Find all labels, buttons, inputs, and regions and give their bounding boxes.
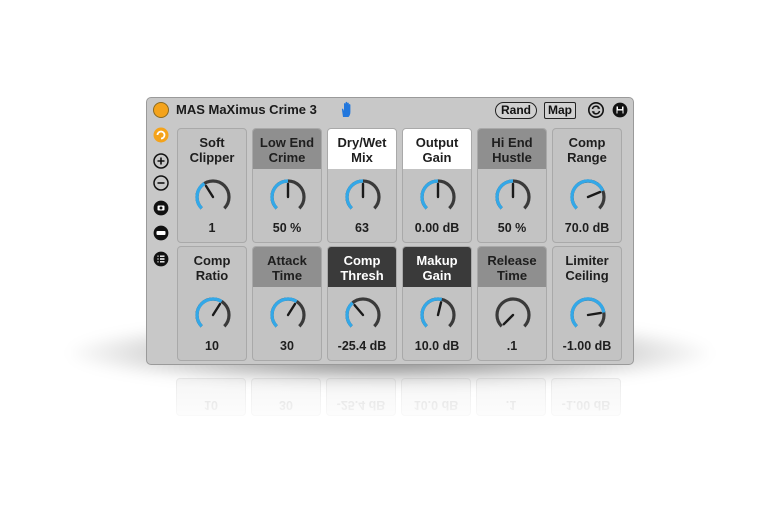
- knob-pointer: [436, 301, 443, 317]
- knob-value-arc: [570, 179, 605, 210]
- macro-3: Dry/Wet Mix 63: [327, 128, 397, 243]
- knob-value-arc: [270, 179, 289, 210]
- macro-value: 10.0 dB: [414, 339, 460, 353]
- macro-12: Limiter Ceiling -1.00 dB: [552, 246, 622, 361]
- macro-label: Release Time: [478, 247, 546, 287]
- macro-label: Limiter Ceiling: [565, 252, 609, 283]
- knob-value-arc: [495, 179, 514, 210]
- macro-4: Output Gain 0.00 dB: [402, 128, 472, 243]
- macro-value: -1.00 dB: [562, 339, 612, 353]
- macro-9: Comp Thresh -25.4 dB: [327, 246, 397, 361]
- macro-knob[interactable]: [193, 295, 233, 335]
- macro-11: Release Time .1: [477, 246, 547, 361]
- map-mode-icon[interactable]: [153, 225, 169, 241]
- macro-value: 50 %: [272, 221, 302, 235]
- macro-value: 10: [205, 339, 219, 353]
- macro-knob[interactable]: [568, 295, 608, 335]
- knob-value-arc: [345, 179, 364, 210]
- knob-track: [495, 297, 531, 328]
- macro-knob[interactable]: [493, 295, 533, 335]
- macro-value: .1: [506, 339, 518, 353]
- macro-knob[interactable]: [418, 295, 458, 335]
- device-panel: MAS MaXimus Crime 3 Rand Map Soft Clippe…: [146, 97, 634, 365]
- macro-1: Soft Clipper 1: [177, 128, 247, 243]
- macro-2: Low End Crime 50 %: [252, 128, 322, 243]
- macro-knob[interactable]: [343, 295, 383, 335]
- hand-icon[interactable]: [339, 101, 355, 118]
- macro-variations-icon[interactable]: [153, 127, 169, 143]
- macro-knob[interactable]: [268, 295, 308, 335]
- map-button[interactable]: Map: [544, 102, 576, 119]
- macro-8: Attack Time 30: [252, 246, 322, 361]
- knob-value-arc: [345, 301, 354, 328]
- macro-label: Output Gain: [403, 129, 471, 169]
- macro-label: Hi End Hustle: [478, 129, 546, 169]
- macro-label: Comp Thresh: [328, 247, 396, 287]
- macro-label: Makup Gain: [403, 247, 471, 287]
- randomize-icon[interactable]: [153, 200, 169, 216]
- knob-pointer: [211, 302, 222, 317]
- save-preset-icon[interactable]: [612, 102, 628, 118]
- macro-knob[interactable]: [268, 177, 308, 217]
- knob-value-arc: [420, 179, 439, 210]
- macro-label: Low End Crime: [253, 129, 321, 169]
- macro-6: Comp Range 70.0 dB: [552, 128, 622, 243]
- macro-knob[interactable]: [418, 177, 458, 217]
- reflection-fade: [140, 372, 640, 432]
- macro-value: 1: [208, 221, 216, 235]
- macro-label: Attack Time: [253, 247, 321, 287]
- add-macro-icon[interactable]: [153, 153, 169, 169]
- macro-label: Soft Clipper: [189, 134, 235, 165]
- macro-knob[interactable]: [343, 177, 383, 217]
- knob-pointer: [353, 303, 365, 317]
- knob-value-arc: [270, 297, 298, 328]
- device-title: MAS MaXimus Crime 3: [176, 102, 317, 117]
- macro-value: 50 %: [497, 221, 527, 235]
- macro-knob[interactable]: [193, 177, 233, 217]
- macro-7: Comp Ratio 10: [177, 246, 247, 361]
- knob-pointer: [204, 184, 215, 199]
- device-power-button[interactable]: [153, 102, 169, 118]
- macro-knob[interactable]: [493, 177, 533, 217]
- macro-value: 0.00 dB: [414, 221, 460, 235]
- device-titlebar: MAS MaXimus Crime 3 Rand Map: [147, 98, 633, 123]
- macro-label: Comp Ratio: [193, 252, 231, 283]
- macro-value: -25.4 dB: [337, 339, 387, 353]
- knob-pointer: [586, 311, 603, 317]
- macro-label: Dry/Wet Mix: [328, 129, 396, 169]
- macro-label: Comp Range: [567, 134, 607, 165]
- knob-value-arc: [195, 297, 223, 328]
- knob-pointer: [586, 190, 602, 199]
- knob-pointer: [286, 302, 297, 317]
- device-sidebar: [151, 127, 171, 277]
- rand-button[interactable]: Rand: [495, 102, 537, 119]
- macro-value: 70.0 dB: [564, 221, 610, 235]
- macro-10: Makup Gain 10.0 dB: [402, 246, 472, 361]
- macro-value: 30: [280, 339, 294, 353]
- chain-list-icon[interactable]: [153, 251, 169, 267]
- macro-knob[interactable]: [568, 177, 608, 217]
- knob-pointer: [502, 313, 515, 326]
- macro-5: Hi End Hustle 50 %: [477, 128, 547, 243]
- macro-value: 63: [355, 221, 369, 235]
- remove-macro-icon[interactable]: [153, 175, 169, 191]
- hot-swap-icon[interactable]: [588, 102, 604, 118]
